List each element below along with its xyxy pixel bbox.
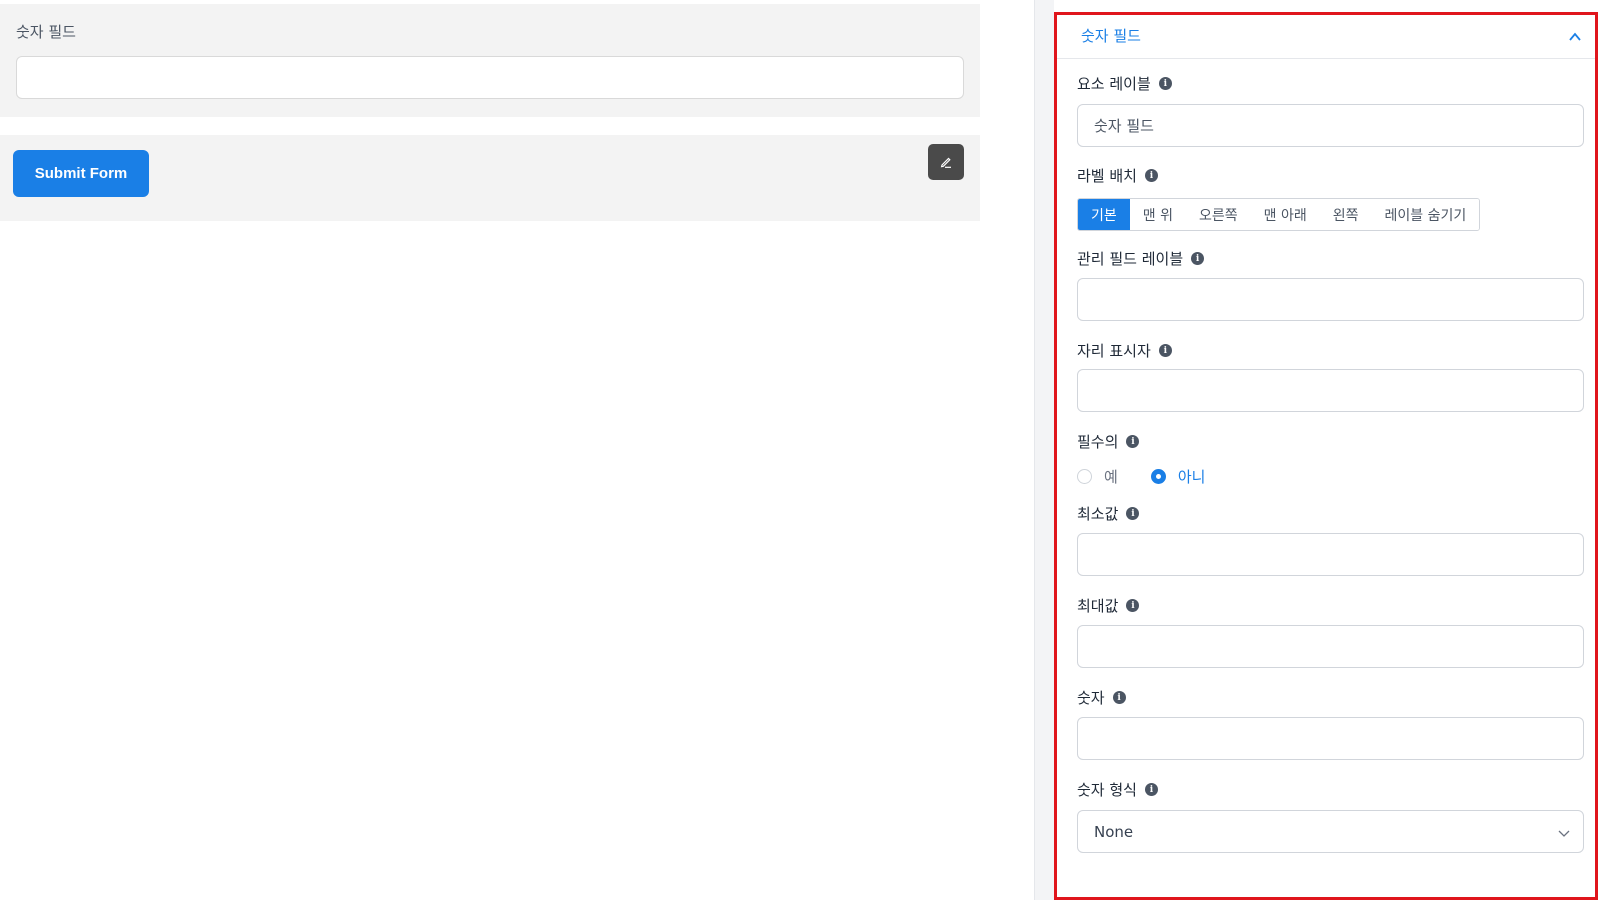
label-placement-row: 라벨 배치 i [1077, 165, 1158, 186]
panel-header[interactable]: 숫자 필드 [1057, 15, 1595, 59]
info-icon[interactable]: i [1158, 344, 1172, 357]
admin-field-label-title: 관리 필드 레이블 [1077, 250, 1184, 268]
required-no-radio[interactable] [1150, 469, 1166, 484]
settings-panel: 숫자 필드 요소 레이블 i 숫자 필드 라벨 배치 i 기본 맨 위 오른쪽 … [1054, 12, 1598, 900]
form-canvas: 숫자 필드 Submit Form [0, 0, 980, 900]
placeholder-input[interactable] [1077, 369, 1584, 412]
max-value-input[interactable] [1077, 625, 1584, 668]
number-format-row: 숫자 형식 i [1077, 779, 1158, 800]
chevron-up-icon[interactable] [1567, 29, 1583, 45]
required-title: 필수의 [1077, 433, 1119, 451]
min-value-title: 최소값 [1077, 505, 1119, 523]
placement-option-top[interactable]: 맨 위 [1129, 199, 1186, 230]
required-radio-group: 예 아니 [1077, 466, 1205, 487]
panel-title: 숫자 필드 [1081, 27, 1141, 45]
placement-option-hide[interactable]: 레이블 숨기기 [1371, 199, 1480, 230]
number-field-block[interactable]: 숫자 필드 [0, 4, 980, 117]
number-format-select[interactable]: None [1077, 810, 1584, 853]
placement-option-right[interactable]: 오른쪽 [1185, 199, 1251, 230]
edit-button[interactable] [928, 144, 964, 180]
required-yes-label[interactable]: 예 [1104, 466, 1118, 487]
required-row: 필수의 i [1077, 431, 1140, 452]
info-icon[interactable]: i [1158, 77, 1172, 90]
min-value-input[interactable] [1077, 533, 1584, 576]
info-icon[interactable]: i [1126, 599, 1140, 612]
admin-field-label-input[interactable] [1077, 278, 1584, 321]
placement-option-bottom[interactable]: 맨 아래 [1250, 199, 1320, 230]
placement-option-default[interactable]: 기본 [1078, 199, 1130, 230]
info-icon[interactable]: i [1144, 169, 1158, 182]
placeholder-row: 자리 표시자 i [1077, 340, 1172, 361]
number-row: 숫자 i [1077, 687, 1126, 708]
info-icon[interactable]: i [1112, 691, 1126, 704]
admin-field-label-row: 관리 필드 레이블 i [1077, 248, 1205, 269]
panel-divider [1034, 0, 1054, 900]
number-format-title: 숫자 형식 [1077, 781, 1137, 799]
submit-block[interactable]: Submit Form [0, 135, 980, 221]
info-icon[interactable]: i [1144, 783, 1158, 796]
number-format-value: None [1094, 822, 1134, 841]
number-field-input[interactable] [16, 56, 964, 99]
pencil-icon [940, 157, 951, 168]
max-value-row: 최대값 i [1077, 595, 1140, 616]
placeholder-title: 자리 표시자 [1077, 342, 1151, 360]
max-value-title: 최대값 [1077, 597, 1119, 615]
number-title: 숫자 [1077, 689, 1105, 707]
info-icon[interactable]: i [1126, 507, 1140, 520]
required-yes-radio[interactable] [1077, 469, 1092, 484]
placement-option-left[interactable]: 왼쪽 [1319, 199, 1372, 230]
info-icon[interactable]: i [1126, 435, 1140, 448]
element-label-title: 요소 레이블 [1077, 75, 1151, 93]
element-label-input[interactable]: 숫자 필드 [1077, 104, 1584, 147]
submit-form-button[interactable]: Submit Form [13, 150, 149, 197]
number-field-label: 숫자 필드 [16, 23, 76, 41]
min-value-row: 최소값 i [1077, 503, 1140, 524]
element-label-row: 요소 레이블 i [1077, 73, 1172, 94]
info-icon[interactable]: i [1191, 252, 1205, 265]
number-input[interactable] [1077, 717, 1584, 760]
chevron-down-icon [1558, 830, 1570, 837]
label-placement-segmented: 기본 맨 위 오른쪽 맨 아래 왼쪽 레이블 숨기기 [1077, 198, 1481, 231]
element-label-value: 숫자 필드 [1094, 117, 1154, 135]
label-placement-title: 라벨 배치 [1077, 167, 1137, 185]
required-no-label[interactable]: 아니 [1178, 466, 1206, 487]
